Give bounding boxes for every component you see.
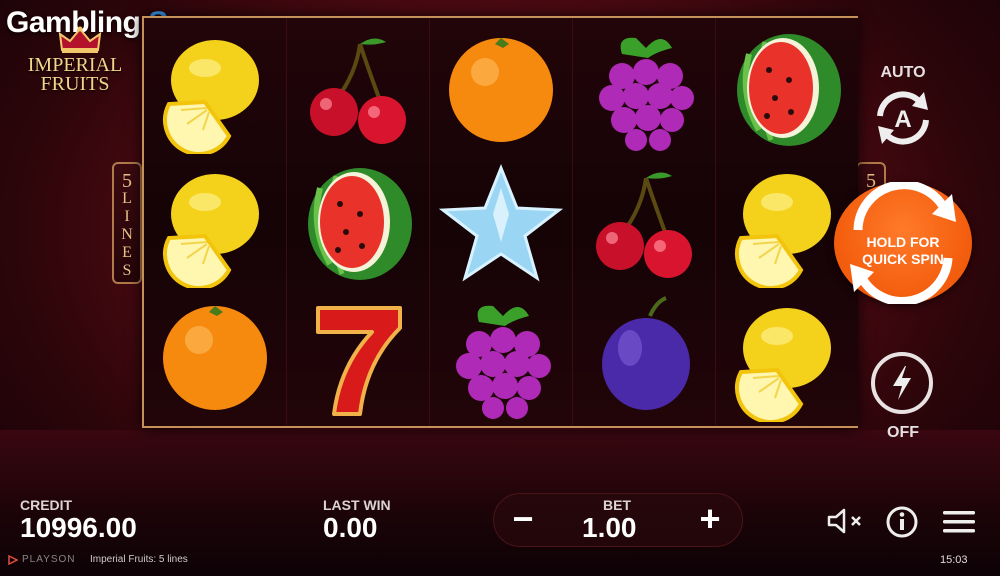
reel-divider [715, 18, 716, 426]
last-win-value: 0.00 [323, 512, 378, 543]
lemon-symbol [163, 174, 259, 288]
lemon-symbol [163, 40, 259, 154]
turbo-button[interactable] [871, 352, 933, 414]
lemon-symbol [735, 308, 831, 422]
autoplay-letter: A [894, 106, 911, 133]
spin-label-line2: QUICK SPIN [862, 251, 944, 267]
bet-decrease-button[interactable]: − [503, 499, 543, 541]
lines-letter: L [122, 190, 132, 207]
spin-button[interactable]: HOLD FOR QUICK SPIN [834, 182, 972, 304]
lightning-icon [893, 366, 911, 400]
reel-divider [286, 18, 287, 426]
credit-value: 10996.00 [20, 512, 137, 543]
seven-symbol [316, 306, 402, 416]
clock: 15:03 [940, 554, 968, 566]
bet-increase-button[interactable]: + [690, 499, 730, 541]
orange-symbol [163, 306, 267, 410]
credit-label: CREDIT [20, 497, 73, 513]
last-win-label: LAST WIN [323, 497, 391, 513]
sound-toggle-button[interactable] [826, 506, 866, 536]
menu-button[interactable] [941, 507, 977, 537]
provider-name: PLAYSON [22, 554, 76, 565]
lines-count: 5 [122, 170, 132, 192]
game-title: Imperial Fruits: 5 lines [90, 554, 188, 565]
lines-letter: I [124, 208, 130, 225]
plum-symbol [602, 296, 690, 410]
hamburger-menu-icon [943, 511, 975, 533]
reel-divider [429, 18, 430, 426]
cherry-symbol [310, 38, 406, 144]
lines-letter: S [122, 262, 132, 279]
lines-letter: E [122, 244, 132, 261]
lines-letter: N [121, 226, 133, 243]
watermelon-symbol [308, 168, 412, 280]
playson-logo-icon [8, 555, 18, 565]
crown-icon [58, 26, 102, 53]
bet-value: 1.00 [582, 512, 637, 543]
star-symbol [438, 163, 564, 282]
autoplay-button[interactable]: A [868, 86, 938, 150]
reel-divider [572, 18, 573, 426]
reel-frame [142, 16, 858, 428]
spin-label-line1: HOLD FOR [866, 234, 940, 250]
lines-indicator-left: 5 L I N E S [112, 162, 142, 284]
logo-line2: FRUITS [40, 73, 110, 95]
autoplay-label: AUTO [880, 64, 926, 81]
grapes-symbol [599, 37, 694, 151]
cherry-symbol [596, 172, 692, 278]
turbo-state-label: OFF [887, 424, 919, 441]
orange-symbol [449, 38, 553, 142]
autoplay-icon: A [877, 91, 929, 145]
info-icon [886, 506, 918, 538]
info-button[interactable] [885, 505, 919, 539]
grapes-symbol [456, 305, 551, 419]
watermelon-symbol [737, 34, 841, 146]
game-logo: IMPERIAL FRUITS [14, 24, 136, 100]
bet-label: BET [603, 497, 631, 513]
speaker-muted-icon [827, 508, 861, 534]
